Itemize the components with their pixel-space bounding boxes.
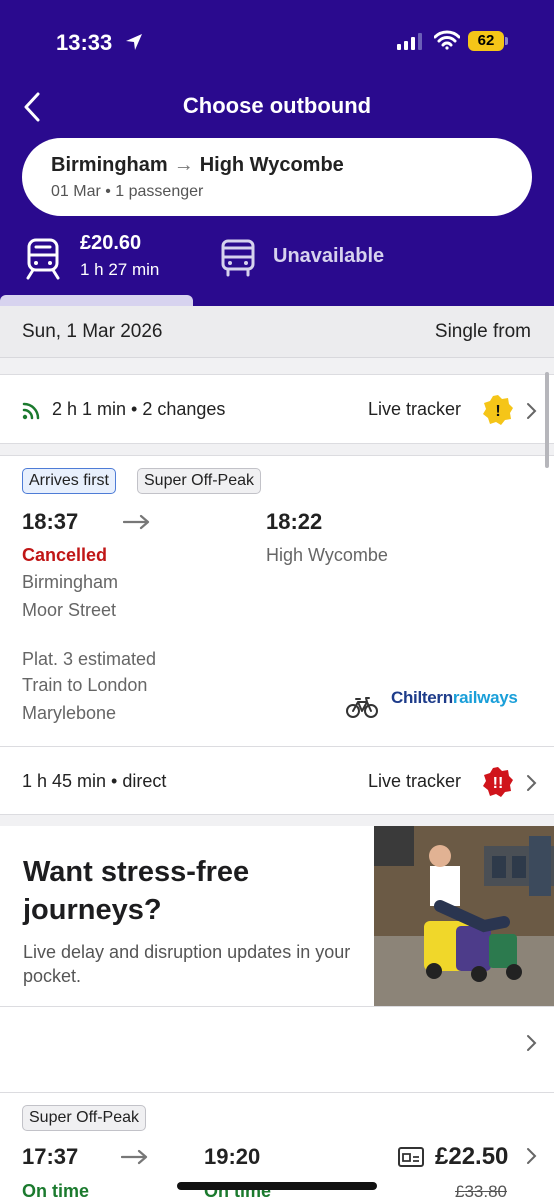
card-divider bbox=[0, 746, 554, 747]
bicycle-icon bbox=[346, 697, 378, 718]
destination-station: High Wycombe bbox=[199, 154, 344, 176]
arrow-right-icon bbox=[121, 1149, 148, 1165]
train-destination-line1: Train to London bbox=[22, 675, 148, 695]
tag-fare-type: Super Off-Peak bbox=[22, 1105, 146, 1131]
single-from-label: Single from bbox=[434, 321, 531, 342]
alert-mark: !! bbox=[493, 775, 504, 792]
app-screen: 13:33 62 Choose outbound Birmingham → Hi… bbox=[0, 0, 554, 1200]
departure-time: 18:37 bbox=[22, 509, 79, 534]
chevron-right-icon bbox=[527, 403, 537, 419]
fare-price: £22.50 bbox=[435, 1143, 509, 1170]
alternative-route-row[interactable]: 2 h 1 min • 2 changes Live tracker ! bbox=[0, 374, 554, 444]
page-title: Choose outbound bbox=[182, 93, 372, 118]
battery-tip bbox=[505, 37, 508, 45]
route-details: 01 Mar • 1 passenger bbox=[51, 183, 204, 200]
route-title: Birmingham → High Wycombe bbox=[51, 154, 344, 177]
status-cancelled: Cancelled bbox=[22, 545, 108, 565]
journey-card-1[interactable]: Arrives first Super Off-Peak 18:37 18:22… bbox=[0, 455, 554, 815]
promo-title: Want stress-free journeys? bbox=[23, 856, 250, 926]
alt-route-summary: 2 h 1 min • 2 changes bbox=[52, 399, 226, 419]
origin-station: Birmingham bbox=[51, 154, 168, 176]
promo-illustration bbox=[374, 826, 554, 1006]
promo-text: Live delay and disruption updates in you… bbox=[23, 942, 351, 986]
train-destination-line2: Marylebone bbox=[22, 703, 117, 723]
arrival-station: High Wycombe bbox=[266, 545, 388, 565]
operator-name-part2: railways bbox=[452, 688, 518, 707]
departure-station-line2: Moor Street bbox=[22, 600, 117, 620]
tag-fare-type: Super Off-Peak bbox=[137, 468, 261, 494]
live-tracker-label: Live tracker bbox=[368, 771, 462, 791]
journey-tags: Arrives first Super Off-Peak bbox=[22, 468, 342, 496]
status-bar: 13:33 62 bbox=[0, 0, 554, 80]
live-tracker-label: Live tracker bbox=[368, 399, 462, 419]
arrival-time: 18:22 bbox=[266, 509, 323, 534]
chevron-right-icon bbox=[527, 1035, 537, 1051]
home-indicator[interactable] bbox=[177, 1182, 377, 1190]
live-signal-icon bbox=[22, 402, 40, 420]
warning-mark: ! bbox=[495, 403, 500, 420]
wifi-icon bbox=[434, 30, 460, 50]
route-arrow: → bbox=[173, 154, 194, 176]
arrival-time: 19:20 bbox=[204, 1144, 261, 1169]
status-time: 13:33 bbox=[56, 30, 113, 55]
header: 13:33 62 Choose outbound Birmingham → Hi… bbox=[0, 0, 554, 306]
warning-badge-icon: ! bbox=[483, 395, 513, 425]
tab-train[interactable]: £20.60 1 h 27 min bbox=[22, 232, 192, 292]
travel-date: Sun, 1 Mar 2026 bbox=[22, 321, 163, 342]
journey-summary: 1 h 45 min • direct bbox=[22, 771, 167, 791]
train-duration: 1 h 27 min bbox=[80, 260, 160, 279]
chevron-right-icon bbox=[527, 1148, 537, 1164]
route-summary-button[interactable]: Birmingham → High Wycombe 01 Mar • 1 passe… bbox=[22, 138, 532, 216]
operator-logo: Chilternrailways bbox=[391, 688, 518, 708]
date-bar: Sun, 1 Mar 2026 Single from bbox=[0, 306, 554, 358]
promo-divider bbox=[0, 1006, 554, 1007]
scrollbar[interactable] bbox=[545, 372, 549, 468]
battery-indicator: 62 bbox=[468, 31, 508, 51]
train-price: £20.60 bbox=[80, 232, 142, 254]
cellular-signal-icon bbox=[397, 33, 422, 50]
operator-name-part1: Chiltern bbox=[391, 688, 453, 707]
departure-time: 17:37 bbox=[22, 1144, 79, 1169]
arrow-right-icon bbox=[123, 514, 150, 530]
bus-icon bbox=[221, 239, 255, 277]
departure-status: On time bbox=[22, 1181, 90, 1200]
promo-card[interactable]: Want stress-free journeys? Live delay an… bbox=[0, 826, 554, 1092]
original-price: £33.80 bbox=[455, 1182, 507, 1200]
alert-badge-icon: !! bbox=[483, 767, 513, 797]
platform-info: Plat. 3 estimated bbox=[22, 649, 157, 669]
location-arrow-icon bbox=[126, 34, 142, 50]
tag-arrives-first: Arrives first bbox=[22, 468, 116, 494]
bus-unavailable-label: Unavailable bbox=[273, 245, 385, 267]
chevron-right-icon bbox=[527, 775, 537, 791]
train-icon bbox=[26, 238, 60, 280]
battery-level: 62 bbox=[468, 31, 504, 51]
departure-station-line1: Birmingham bbox=[22, 572, 119, 592]
promo-photo bbox=[374, 826, 554, 1006]
selected-tab-indicator bbox=[0, 295, 193, 306]
tab-bus[interactable]: Unavailable bbox=[218, 232, 418, 292]
ticket-icon bbox=[398, 1147, 424, 1167]
